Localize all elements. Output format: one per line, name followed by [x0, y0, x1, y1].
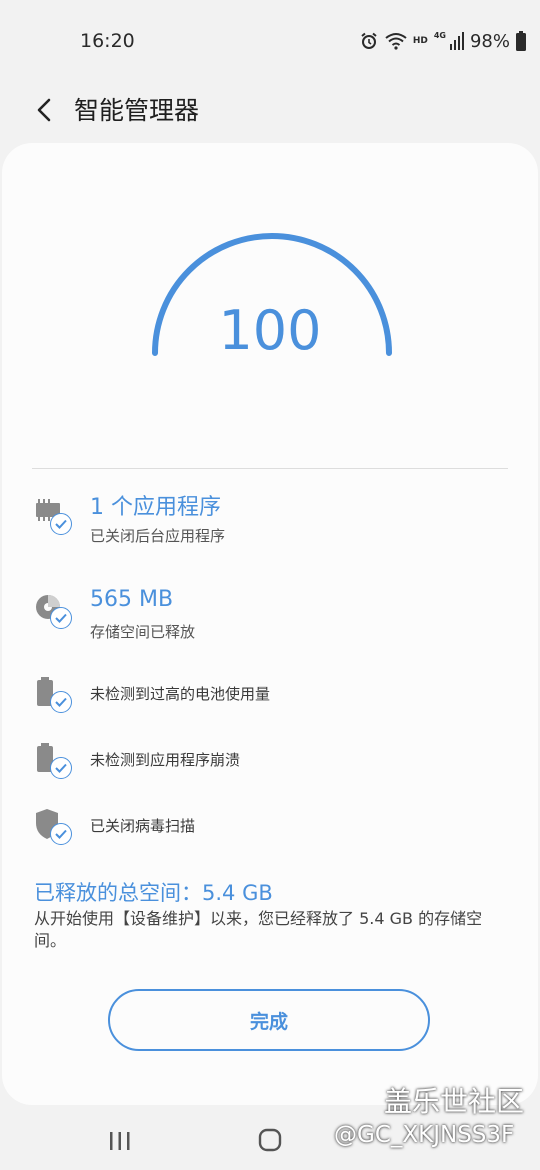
result-row-battery: 未检测到过高的电池使用量: [2, 673, 538, 723]
check-icon: [50, 691, 72, 713]
status-icons: HD 4G 98%: [359, 28, 526, 54]
recent-apps-button[interactable]: [106, 1130, 134, 1152]
result-title: 565 MB: [90, 587, 174, 612]
wifi-icon: [385, 32, 407, 50]
result-text: 已关闭病毒扫描: [90, 817, 196, 835]
result-subtitle: 存储空间已释放: [90, 623, 196, 641]
result-text: 未检测到过高的电池使用量: [90, 685, 271, 703]
result-row-apps: 1 个应用程序 已关闭后台应用程序: [2, 489, 538, 549]
battery-icon: [516, 31, 526, 51]
watermark-handle: @GC_XKJNSS3F: [334, 1122, 515, 1148]
result-subtitle: 已关闭后台应用程序: [90, 527, 226, 545]
result-text: 未检测到应用程序崩溃: [90, 751, 241, 769]
result-row-crash: 未检测到应用程序崩溃: [2, 739, 538, 789]
check-icon: [50, 513, 72, 535]
total-freed-description: 从开始使用【设备维护】以来，您已经释放了 5.4 GB 的存储空间。: [34, 909, 483, 950]
check-icon: [50, 607, 72, 629]
result-card: 100 1 个应用程序 已关闭后台应用程序 565 MB 存储空间已释放 未检测…: [2, 143, 538, 1105]
done-button[interactable]: 完成: [108, 989, 430, 1051]
hd-label: HD: [412, 36, 428, 46]
app-header: 智能管理器: [0, 80, 540, 140]
battery-icon: [34, 675, 78, 719]
total-freed-title: 已释放的总空间：5.4 GB: [34, 881, 273, 905]
divider: [32, 468, 508, 469]
watermark-title: 盖乐世社区: [384, 1085, 525, 1118]
battery-percent: 98%: [469, 30, 510, 52]
battery-icon: [34, 741, 78, 785]
chevron-left-icon: [37, 98, 51, 122]
storage-icon: [34, 591, 78, 635]
network-label: 4G: [433, 30, 446, 40]
status-time: 16:20: [80, 30, 135, 52]
home-icon: [258, 1128, 282, 1152]
result-row-virus: 已关闭病毒扫描: [2, 805, 538, 855]
check-icon: [50, 823, 72, 845]
memory-icon: [34, 497, 78, 541]
page-title: 智能管理器: [74, 96, 200, 125]
result-row-storage: 565 MB 存储空间已释放: [2, 583, 538, 643]
recent-apps-icon: [110, 1132, 130, 1150]
back-button[interactable]: [24, 90, 64, 130]
check-icon: [50, 757, 72, 779]
result-title: 1 个应用程序: [90, 495, 221, 520]
shield-icon: [34, 807, 78, 851]
score-value: 100: [218, 299, 322, 362]
status-bar: 16:20 HD 4G 98%: [0, 0, 540, 80]
signal-icon: [449, 32, 464, 50]
alarm-icon: [359, 31, 379, 51]
home-button[interactable]: [258, 1128, 282, 1152]
